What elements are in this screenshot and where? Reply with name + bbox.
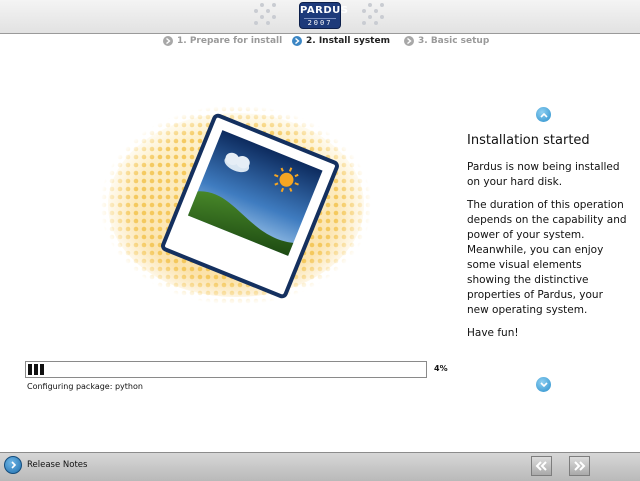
back-button[interactable] xyxy=(531,456,552,476)
header-dot xyxy=(272,3,276,7)
header-dot xyxy=(374,9,378,13)
info-panel: Installation started Pardus is now being… xyxy=(467,133,627,349)
header-dot xyxy=(368,3,372,7)
header-dot xyxy=(260,3,264,7)
pardus-logo: PARDUS 2007 xyxy=(299,2,349,29)
header-dot xyxy=(374,21,378,25)
step-basic-setup: 3. Basic setup xyxy=(404,36,489,46)
progress-fill xyxy=(28,364,46,375)
double-chevron-left-icon xyxy=(535,461,547,471)
logo-name: PARDUS xyxy=(300,5,349,16)
next-button[interactable] xyxy=(569,456,590,476)
release-notes-link[interactable]: Release Notes xyxy=(27,460,87,470)
photo-image-icon xyxy=(100,105,372,305)
info-paragraph: Have fun! xyxy=(467,327,519,339)
header-dot xyxy=(362,9,366,13)
chevron-right-icon xyxy=(163,36,173,46)
step-label: 1. Prepare for install xyxy=(177,36,283,46)
release-notes-button[interactable] xyxy=(4,456,22,474)
step-label: 2. Install system xyxy=(306,36,390,46)
chevron-right-icon xyxy=(10,461,16,469)
header-bar: PARDUS 2007 xyxy=(0,0,640,34)
info-title: Installation started xyxy=(467,133,590,148)
progress-segment xyxy=(34,364,38,375)
progress-status: Configuring package: python xyxy=(27,382,143,391)
chevron-right-icon xyxy=(404,36,414,46)
header-dot xyxy=(368,15,372,19)
header-dot xyxy=(380,15,384,19)
double-chevron-right-icon xyxy=(574,461,586,471)
install-progress-bar xyxy=(25,361,427,378)
progress-percent: 4% xyxy=(434,364,448,373)
logo-year: 2007 xyxy=(304,18,336,28)
install-steps: 1. Prepare for install 2. Install system… xyxy=(0,36,640,50)
chevron-right-icon xyxy=(292,36,302,46)
header-dot xyxy=(266,9,270,13)
header-dot xyxy=(380,3,384,7)
step-prepare: 1. Prepare for install xyxy=(163,36,282,46)
step-label: 3. Basic setup xyxy=(418,36,490,46)
scroll-down-button[interactable] xyxy=(536,377,551,392)
chevron-down-icon xyxy=(539,381,548,387)
chevron-up-icon xyxy=(539,112,548,118)
header-dot xyxy=(254,21,258,25)
step-install-system: 2. Install system xyxy=(292,36,390,46)
header-dots-right xyxy=(362,3,386,29)
info-paragraph: Pardus is now being installed on your ha… xyxy=(467,161,620,188)
header-dot xyxy=(272,15,276,19)
progress-segment xyxy=(28,364,32,375)
header-dot xyxy=(254,9,258,13)
header-dot xyxy=(266,21,270,25)
scroll-up-button[interactable] xyxy=(536,107,551,122)
progress-segment xyxy=(40,364,44,375)
header-dots-left xyxy=(254,3,278,29)
info-paragraph: The duration of this operation depends o… xyxy=(467,199,627,316)
header-dot xyxy=(362,21,366,25)
header-dot xyxy=(260,15,264,19)
